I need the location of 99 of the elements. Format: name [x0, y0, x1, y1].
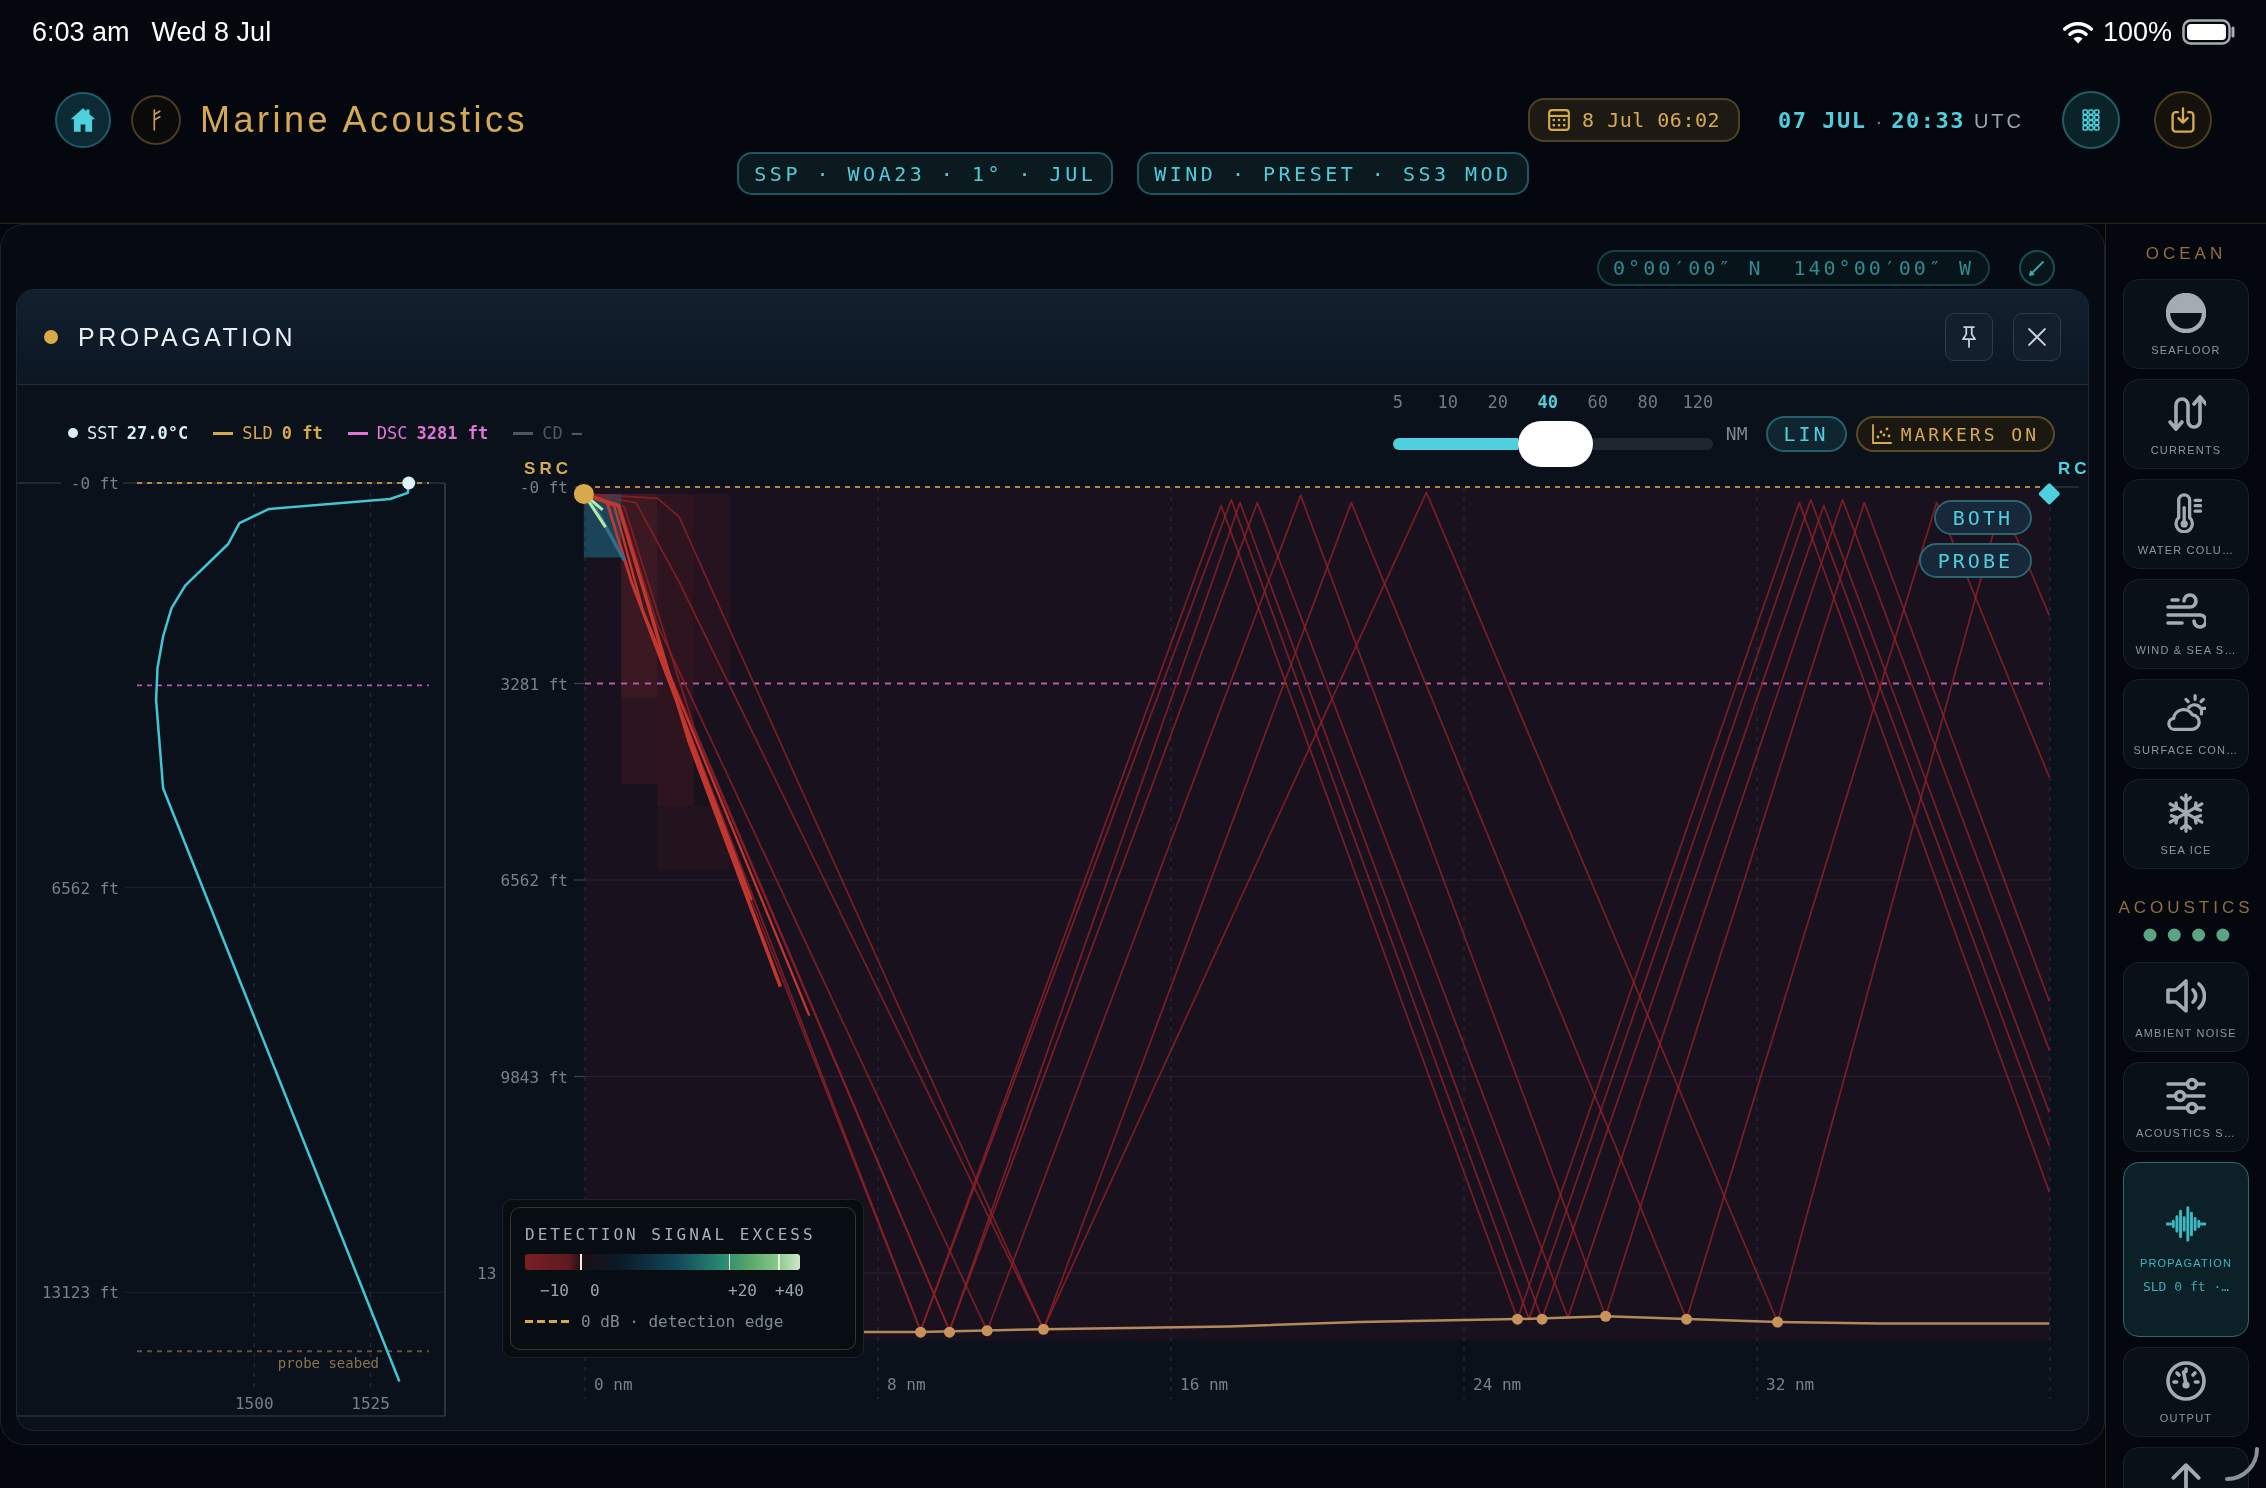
legend-label: DSC	[376, 423, 408, 443]
legend-value: —	[571, 423, 582, 443]
sidebar-item-label: OUTPUT	[2159, 1412, 2213, 1424]
speed-axis-label: 1525	[351, 1394, 390, 1413]
depth-axis-label: -0 ft	[519, 478, 568, 497]
edit-button[interactable]	[2019, 250, 2055, 286]
waveform-icon	[2166, 1204, 2206, 1244]
sidebar-item-label: WATER COLU…	[2137, 544, 2235, 556]
markers-toggle-button[interactable]: MARKERS ON	[1855, 416, 2055, 452]
up-down-arrows-icon	[2166, 393, 2206, 433]
grid-icon	[2080, 109, 2102, 131]
calendar-icon	[1548, 109, 1571, 131]
coordinates-display[interactable]: 0°00′00″ N 140°00′00″ W	[1597, 250, 1990, 286]
sidebar-item-detail: SLD 0 ft ·…	[2142, 1279, 2230, 1294]
utc-time: 20:33	[1891, 107, 1965, 133]
longitude-text: 140°00′00″ W	[1793, 256, 1974, 280]
wifi-icon	[2062, 20, 2093, 44]
sidebar-item-label: SEAFLOOR	[2151, 344, 2221, 356]
slider-thumb[interactable]	[1517, 421, 1593, 467]
battery-icon	[2182, 19, 2236, 45]
dataset-chip[interactable]: SSP · WOA23 · 1° · JUL	[737, 152, 1114, 195]
reference-line-label: probe seabed	[277, 1355, 379, 1372]
range-unit-label: NM	[1725, 423, 1748, 444]
surface-point-icon	[402, 476, 416, 490]
range-stop-label[interactable]: 120	[1682, 392, 1714, 412]
receiver-label: RC	[2058, 459, 2088, 478]
legend-value: 0 ft	[281, 423, 323, 443]
export-button[interactable]	[2154, 91, 2212, 149]
sidebar-item-label: SURFACE CON…	[2133, 744, 2239, 756]
sidebar-item-label: ACOUSTICS S…	[2136, 1127, 2236, 1139]
battery-percent: 100%	[2102, 16, 2172, 48]
close-button[interactable]	[2013, 313, 2061, 361]
latitude-text: 0°00′00″ N	[1613, 256, 1764, 280]
scale-toggle-button[interactable]: LIN	[1765, 416, 1847, 452]
app-title: Marine Acoustics	[200, 99, 529, 141]
sidebar-item[interactable]: CURRENTS	[2123, 379, 2249, 469]
sliders-icon	[2166, 1076, 2206, 1116]
depth-axis-label: 13	[477, 1264, 497, 1283]
legend-value: 3281 ft	[416, 423, 489, 443]
depth-axis-label: 9843 ft	[500, 1067, 568, 1087]
sidebar-item-label: WIND & SEA S…	[2135, 644, 2237, 656]
legend-label: SLD	[242, 423, 273, 443]
tray-arrow-icon	[2170, 107, 2196, 133]
section-title: OCEAN	[2145, 244, 2227, 264]
depth-axis-label: -0 ft	[70, 474, 119, 493]
home-button[interactable]	[55, 92, 111, 148]
speaker-icon	[2166, 976, 2206, 1016]
depth-axis-label: 3281 ft	[500, 674, 568, 694]
range-stop-label[interactable]: 5	[1392, 392, 1403, 412]
status-time: 6:03 am	[32, 16, 130, 48]
utc-date: 07 JUL	[1778, 107, 1867, 133]
scatter-chart-icon	[1871, 424, 1892, 444]
close-icon	[2028, 328, 2046, 346]
range-stop-label[interactable]: 40	[1537, 392, 1559, 412]
gauge-icon	[2166, 1361, 2206, 1401]
status-date: Wed 8 Jul	[151, 16, 272, 48]
range-stop-label[interactable]: 60	[1587, 392, 1609, 412]
panel-title: PROPAGATION	[78, 322, 297, 352]
depth-axis-label: 13123 ft	[41, 1283, 119, 1303]
rune-button[interactable]	[131, 95, 181, 145]
sidebar-item-label: PROPAGATION	[2139, 1257, 2233, 1269]
status-dot-icon	[44, 330, 58, 344]
sidebar-item-label: CURRENTS	[2150, 444, 2222, 456]
sidebar-item[interactable]: OUTPUT	[2123, 1347, 2249, 1437]
sidebar-item-label: AMBIENT NOISE	[2135, 1027, 2237, 1039]
pin-button[interactable]	[1945, 313, 1993, 361]
sidebar-item-label: SEA ICE	[2160, 844, 2212, 856]
time-zone-label: UTC	[1973, 109, 2024, 133]
home-icon	[70, 107, 96, 133]
range-stop-label[interactable]: 10	[1437, 392, 1459, 412]
scroll-indicator	[2224, 1446, 2260, 1482]
sidebar-item[interactable]: WATER COLU…	[2123, 479, 2249, 569]
cloud-sun-icon	[2166, 693, 2206, 733]
sidebar-item[interactable]: ACOUSTICS S…	[2123, 1062, 2249, 1152]
edit-icon	[2029, 260, 2045, 276]
depth-axis-label: 6562 ft	[51, 878, 119, 898]
source-label: SRC	[524, 459, 572, 478]
snowflake-icon	[2166, 793, 2206, 833]
dataset-chip[interactable]: WIND · PRESET · SS3 MOD	[1137, 152, 1529, 195]
rune-icon	[151, 109, 161, 131]
range-stop-label[interactable]: 80	[1637, 392, 1659, 412]
sidebar-item[interactable]: WIND & SEA S…	[2123, 579, 2249, 669]
sidebar-item[interactable]: PROPAGATION SLD 0 ft ·…	[2123, 1162, 2249, 1337]
sidebar-item[interactable]: SEAFLOOR	[2123, 279, 2249, 369]
legend-value: 27.0°C	[126, 423, 189, 443]
dashed-line-icon	[525, 1320, 569, 1323]
clock-separator: ·	[1875, 109, 1883, 133]
range-stop-label[interactable]: 20	[1487, 392, 1509, 412]
scale-label: −10	[540, 1281, 570, 1300]
date-picker-button[interactable]: 8 Jul 06:02	[1528, 98, 1740, 142]
legend-label: CD	[542, 423, 563, 443]
speed-axis-label: 1500	[235, 1394, 274, 1413]
depth-axis-label: 6562 ft	[500, 871, 568, 890]
apps-grid-button[interactable]	[2062, 91, 2120, 149]
sidebar-item[interactable]: SURFACE CON…	[2123, 679, 2249, 769]
sidebar-item[interactable]: SEA ICE	[2123, 779, 2249, 869]
section-title: ACOUSTICS	[2118, 898, 2254, 918]
legend-label: SST	[87, 423, 118, 443]
sidebar-item[interactable]: AMBIENT NOISE	[2123, 962, 2249, 1052]
